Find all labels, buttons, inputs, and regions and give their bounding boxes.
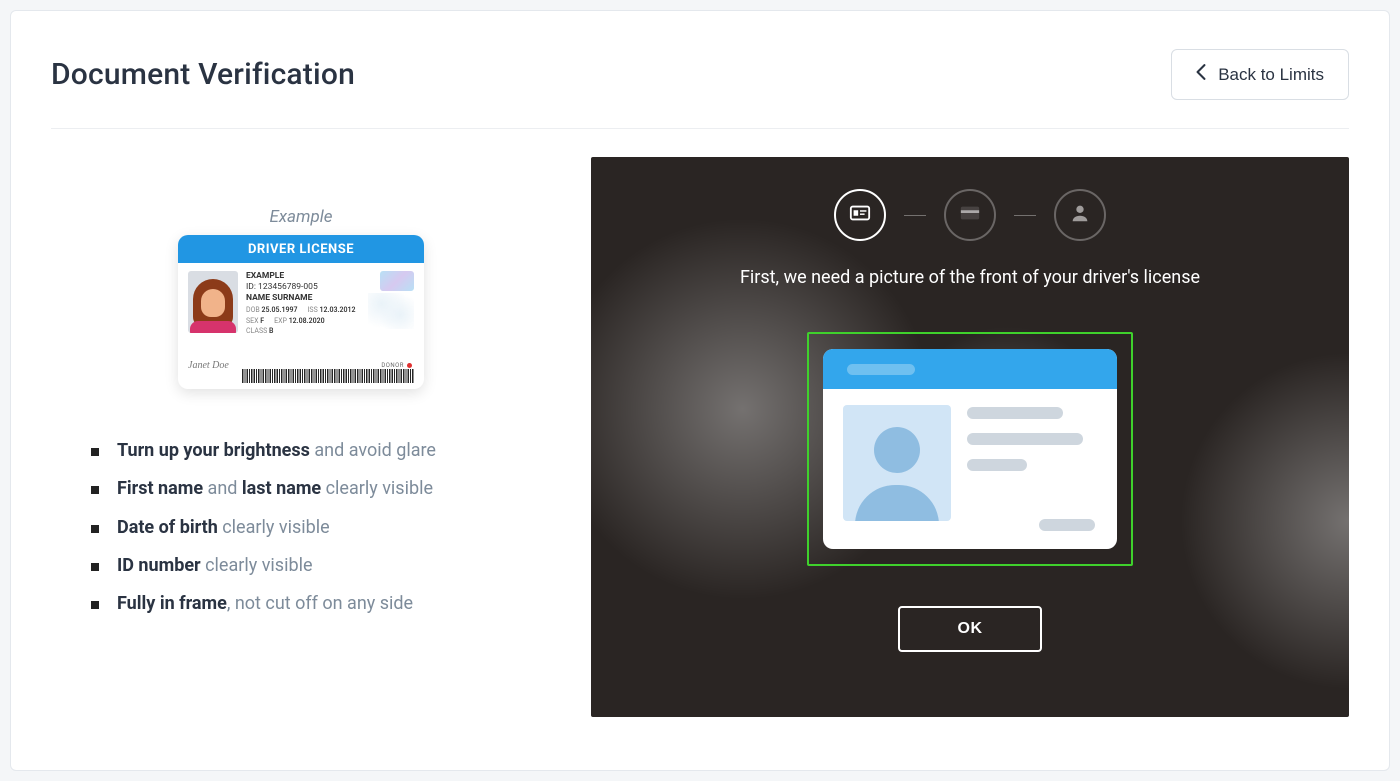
step-back-of-license[interactable] (944, 189, 996, 241)
progress-steps (834, 189, 1106, 241)
tip-item: Fully in frame, not cut off on any side (91, 592, 531, 616)
dl-hologram-icon (380, 271, 414, 291)
header-row: Document Verification Back to Limits (51, 49, 1349, 129)
person-icon (1069, 202, 1091, 228)
dl-barcode-icon (242, 369, 414, 383)
back-button-label: Back to Limits (1218, 65, 1324, 85)
example-driver-license: DRIVER LICENSE EXAMPLE ID: 123456789-005… (178, 235, 424, 389)
camera-instruction: First, we need a picture of the front of… (740, 267, 1200, 288)
tip-item: First name and last name clearly visible (91, 477, 531, 501)
step-connector (1014, 215, 1036, 216)
tip-item: Date of birth clearly visible (91, 516, 531, 540)
tip-item: Turn up your brightness and avoid glare (91, 439, 531, 463)
id-card-back-icon (959, 202, 981, 228)
capture-frame (807, 332, 1133, 566)
step-selfie[interactable] (1054, 189, 1106, 241)
dl-signature: Janet Doe (188, 360, 229, 371)
id-card-front-icon (849, 202, 871, 228)
dl-header: DRIVER LICENSE (178, 235, 424, 263)
instructions-panel: Example DRIVER LICENSE EXAMPLE ID: 12345… (51, 157, 531, 717)
dl-donor: DONOR (381, 362, 412, 369)
id-placeholder-icon (823, 349, 1117, 549)
camera-panel: First, we need a picture of the front of… (591, 157, 1349, 717)
tips-list: Turn up your brightness and avoid glare … (71, 439, 531, 616)
step-front-of-license[interactable] (834, 189, 886, 241)
example-caption: Example (71, 207, 531, 227)
chevron-left-icon (1196, 64, 1206, 85)
tip-item: ID number clearly visible (91, 554, 531, 578)
ok-button[interactable]: OK (898, 606, 1042, 652)
verification-card: Document Verification Back to Limits Exa… (10, 10, 1390, 771)
back-to-limits-button[interactable]: Back to Limits (1171, 49, 1349, 100)
dl-watermark-icon (368, 293, 414, 329)
dl-photo-icon (188, 271, 238, 333)
step-connector (904, 215, 926, 216)
page-title: Document Verification (51, 57, 355, 92)
